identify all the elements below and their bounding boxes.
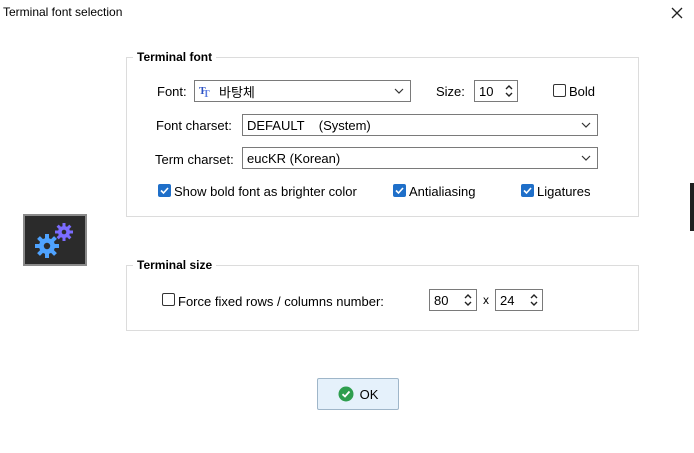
size-label: Size:: [436, 84, 465, 99]
columns-value: 80: [434, 292, 449, 308]
font-charset-select[interactable]: DEFAULT (System): [242, 114, 598, 136]
bold-checkbox[interactable]: [553, 84, 566, 97]
bold-brighter-label: Show bold font as brighter color: [174, 184, 357, 199]
antialiasing-label: Antialiasing: [409, 184, 476, 199]
rows-value: 24: [500, 292, 515, 308]
stepper-arrows-icon[interactable]: [463, 292, 473, 308]
terminal-size-group-title: Terminal size: [133, 258, 217, 272]
title-bar: Terminal font selection: [0, 0, 694, 25]
chevron-down-icon: [581, 122, 591, 128]
font-label: Font:: [157, 84, 187, 99]
checkmark-icon: [523, 187, 532, 195]
term-charset-label: Term charset:: [155, 152, 234, 167]
font-size-value: 10: [479, 83, 494, 99]
columns-stepper[interactable]: 80: [429, 289, 477, 311]
close-icon: [671, 7, 683, 18]
font-size-stepper[interactable]: 10: [474, 80, 518, 102]
force-fixed-size-checkbox[interactable]: [162, 293, 175, 306]
antialiasing-checkbox[interactable]: [393, 184, 406, 197]
svg-text:T: T: [203, 89, 210, 98]
ok-button[interactable]: OK: [317, 378, 399, 410]
window-title: Terminal font selection: [3, 5, 123, 19]
chevron-down-icon: [581, 155, 591, 161]
font-select-value: 바탕체: [219, 84, 255, 100]
chevron-down-icon: [394, 88, 404, 94]
close-button[interactable]: [660, 0, 694, 25]
checkmark-icon: [395, 187, 404, 195]
truetype-font-icon: T T: [199, 86, 210, 98]
font-select[interactable]: T T 바탕체: [194, 80, 411, 102]
bold-label: Bold: [569, 84, 596, 99]
bold-brighter-checkbox[interactable]: [158, 184, 171, 197]
font-charset-label: Font charset:: [156, 118, 232, 133]
settings-gears-icon: [23, 214, 87, 266]
ok-button-label: OK: [359, 386, 379, 402]
terminal-font-group-title: Terminal font: [133, 50, 217, 64]
background-window-edge: [690, 183, 694, 231]
checkmark-icon: [160, 187, 169, 195]
term-charset-select[interactable]: eucKR (Korean): [242, 147, 598, 169]
term-charset-value: eucKR (Korean): [247, 150, 341, 166]
force-fixed-size-label: Force fixed rows / columns number:: [178, 294, 384, 309]
ligatures-checkbox[interactable]: [521, 184, 534, 197]
font-charset-value: DEFAULT (System): [247, 117, 371, 133]
stepper-arrows-icon[interactable]: [504, 83, 514, 99]
check-circle-icon: [338, 386, 354, 402]
size-separator: x: [483, 293, 489, 307]
rows-stepper[interactable]: 24: [495, 289, 543, 311]
ligatures-label: Ligatures: [537, 184, 591, 199]
stepper-arrows-icon[interactable]: [529, 292, 539, 308]
